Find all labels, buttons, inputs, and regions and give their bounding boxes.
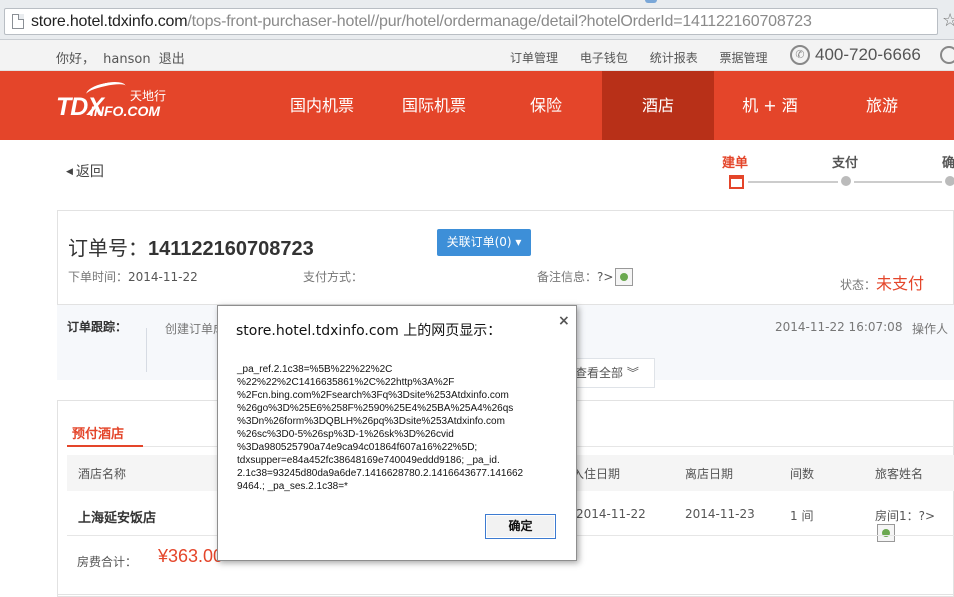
step-confirm: 确 — [942, 156, 954, 171]
link-invoices[interactable]: 票据管理 — [720, 51, 768, 65]
user-greeting: 你好， hanson 退出 — [56, 48, 189, 67]
nav-travel[interactable]: 旅游 — [826, 71, 938, 140]
nav-insurance[interactable]: 保险 — [494, 71, 598, 140]
remark-value: ?> — [597, 270, 614, 284]
hotline-number: 400-720-6666 — [815, 45, 921, 64]
order-number-label: 订单号： — [68, 236, 148, 260]
tab-prepaid-hotel[interactable]: 预付酒店 — [72, 423, 124, 442]
remark-label: 备注信息： — [537, 270, 598, 284]
greeting-text: 你好， — [56, 52, 96, 67]
tracking-time: 2014-11-22 16:07:08 — [775, 320, 903, 334]
nav-international-flights[interactable]: 国际机票 — [382, 71, 486, 140]
tracking-operator: 操作人 — [912, 322, 949, 336]
url-input[interactable]: store.hotel.tdxinfo.com/tops-front-purch… — [4, 8, 938, 35]
status-value: 未支付 — [876, 274, 925, 293]
page-icon — [12, 14, 24, 29]
logo-sub: INFO.COM — [90, 103, 160, 119]
ok-button[interactable]: 确定 — [485, 514, 556, 539]
main-nav: TDX INFO.COM 天地行 国内机票 国际机票 保险 酒店 机 + 酒 旅… — [0, 71, 954, 140]
link-reports[interactable]: 统计报表 — [650, 51, 698, 65]
site-logo[interactable]: TDX INFO.COM 天地行 — [56, 78, 167, 129]
link-order-management[interactable]: 订单管理 — [510, 51, 558, 65]
order-time: 下单时间：2014-11-22 — [68, 268, 198, 285]
step-pay: 支付 — [832, 156, 859, 171]
pay-method-label: 支付方式： — [303, 270, 364, 284]
dialog-title: store.hotel.tdxinfo.com 上的网页显示： — [236, 323, 502, 339]
broken-image-icon — [615, 268, 634, 286]
col-checkout: 离店日期 — [685, 467, 734, 481]
progress-line-2 — [854, 181, 942, 183]
tracking-timeline — [146, 328, 147, 372]
close-icon[interactable]: × — [558, 313, 570, 329]
guest-name: 房间1：?> — [875, 507, 954, 542]
bookmark-star-icon[interactable]: ☆ — [942, 10, 954, 31]
room-count: 1 间 — [790, 509, 814, 523]
col-rooms: 间数 — [790, 467, 815, 481]
step-create: 建单 — [722, 156, 749, 171]
col-hotel-name: 酒店名称 — [78, 467, 127, 481]
remark: 备注信息：?> — [537, 268, 634, 286]
step-confirm-dot — [945, 176, 954, 186]
room-total-label: 房费合计： — [77, 555, 138, 569]
step-pay-dot — [841, 176, 851, 186]
guest-broken-image-icon — [877, 524, 895, 542]
order-time-label: 下单时间： — [68, 270, 129, 284]
status-label: 状态： — [840, 278, 877, 292]
tracking-label: 订单跟踪： — [67, 320, 128, 334]
url-path: /tops-front-purchaser-hotel//pur/hotel/o… — [187, 13, 812, 30]
logout-link[interactable]: 退出 — [159, 52, 185, 67]
phone-icon: ✆ — [790, 45, 810, 65]
section-bottom-border — [57, 594, 954, 595]
pay-method: 支付方式： — [303, 268, 363, 285]
order-title: 订单号：141122160708723 — [68, 232, 314, 261]
checkout-date: 2014-11-23 — [685, 507, 755, 521]
back-arrow-icon: ◀ — [66, 167, 73, 177]
room-total-value: ¥363.00 — [158, 546, 224, 566]
account-icon[interactable] — [940, 46, 954, 64]
alert-dialog: store.hotel.tdxinfo.com 上的网页显示： × _pa_re… — [217, 305, 577, 561]
top-strip: 你好， hanson 退出 订单管理 电子钱包 统计报表 票据管理 ✆ 400-… — [0, 40, 954, 71]
tracking-entry: 创建订单成 — [165, 322, 226, 336]
progress-line-1 — [748, 181, 838, 183]
back-link[interactable]: ◀ 返回 — [66, 161, 104, 181]
nav-flight-hotel[interactable]: 机 + 酒 — [714, 71, 826, 140]
tab-underline — [67, 445, 143, 447]
guest-name-text: 房间1：?> — [875, 509, 936, 523]
nav-hotel[interactable]: 酒店 — [602, 71, 714, 140]
hotel-name: 上海延安饭店 — [78, 511, 157, 526]
calendar-icon — [729, 175, 744, 189]
top-links: 订单管理 电子钱包 统计报表 票据管理 — [510, 49, 786, 66]
order-number: 141122160708723 — [148, 238, 314, 260]
back-label: 返回 — [75, 164, 104, 180]
checkin-date: 2014-11-22 — [576, 507, 646, 521]
link-e-wallet[interactable]: 电子钱包 — [580, 51, 628, 65]
browser-tab-indicator — [645, 0, 657, 3]
browser-address-bar: store.hotel.tdxinfo.com/tops-front-purch… — [0, 0, 954, 40]
logo-cn: 天地行 — [130, 89, 167, 103]
url-text: store.hotel.tdxinfo.com/tops-front-purch… — [31, 13, 812, 31]
order-time-value: 2014-11-22 — [128, 270, 198, 284]
related-orders-button[interactable]: 关联订单(0) ▾ — [437, 229, 531, 256]
username: hanson — [103, 52, 151, 67]
col-checkin: 入住日期 — [572, 467, 621, 481]
nav-domestic-flights[interactable]: 国内机票 — [270, 71, 374, 140]
dialog-message: _pa_ref.2.1c38=%5B%22%22%2C %22%22%2C141… — [237, 364, 524, 492]
col-guest: 旅客姓名 — [875, 467, 924, 481]
order-status: 状态：未支付 — [840, 270, 924, 294]
url-host: store.hotel.tdxinfo.com — [31, 13, 188, 30]
